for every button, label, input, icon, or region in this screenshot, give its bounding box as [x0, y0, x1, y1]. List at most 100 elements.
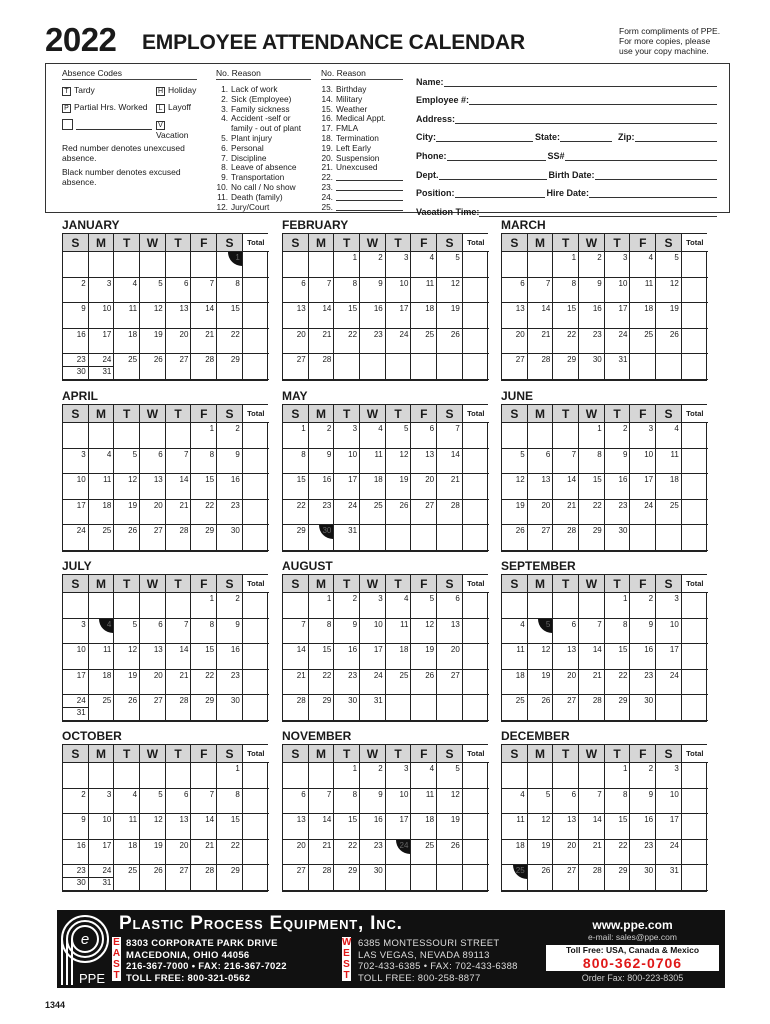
day-cell[interactable]: 14 — [308, 303, 335, 329]
day-cell[interactable] — [579, 763, 605, 789]
day-cell[interactable]: 14 — [165, 644, 192, 670]
day-cell[interactable]: 16 — [630, 814, 657, 840]
day-cell[interactable] — [385, 525, 412, 551]
day-cell[interactable]: 24 — [630, 499, 657, 526]
day-cell[interactable]: 29 — [191, 525, 218, 551]
day-cell[interactable]: 2 — [63, 277, 89, 304]
day-cell[interactable] — [140, 593, 166, 619]
day-cell[interactable]: 28 — [553, 525, 580, 551]
day-cell[interactable]: 24 31 — [88, 865, 115, 891]
day-cell[interactable]: 11 — [88, 474, 115, 500]
address-input[interactable] — [455, 114, 717, 124]
day-cell[interactable]: 21 — [527, 328, 554, 355]
day-cell[interactable]: 5 — [140, 788, 166, 815]
day-cell[interactable]: 22 — [604, 839, 631, 866]
address-field[interactable]: Address: — [416, 105, 719, 124]
day-cell[interactable] — [502, 593, 528, 619]
day-cell[interactable]: 19 — [502, 499, 528, 526]
day-cell[interactable]: 3 — [656, 763, 682, 789]
day-cell[interactable]: 29 — [604, 865, 631, 891]
day-cell[interactable]: 10 — [630, 448, 657, 475]
day-cell[interactable]: 25 — [630, 328, 657, 355]
day-cell[interactable]: 14 — [579, 814, 605, 840]
birth-date-input[interactable] — [594, 170, 717, 180]
day-cell[interactable] — [114, 593, 141, 619]
day-cell[interactable]: 27 — [411, 499, 438, 526]
day-cell[interactable]: 22 — [217, 328, 243, 355]
day-cell[interactable]: 20 — [165, 328, 192, 355]
day-cell[interactable]: 20 — [283, 328, 309, 355]
day-cell[interactable]: 20 — [553, 669, 580, 696]
day-cell[interactable] — [165, 252, 192, 278]
day-cell[interactable] — [385, 865, 412, 891]
employee-number-input[interactable] — [469, 95, 717, 106]
day-cell[interactable]: 22 — [604, 669, 631, 696]
day-cell[interactable]: 5 — [114, 618, 141, 645]
day-cell[interactable]: 25 — [385, 669, 412, 696]
day-cell[interactable] — [63, 763, 89, 789]
day-cell[interactable]: 25 — [656, 499, 682, 526]
day-cell[interactable]: 6 — [553, 618, 580, 645]
day-cell[interactable]: 13 — [502, 303, 528, 329]
day-cell[interactable]: 28 — [527, 354, 554, 380]
day-cell[interactable]: 25 — [88, 525, 115, 551]
week-total-cell[interactable] — [462, 695, 489, 721]
day-cell[interactable]: 15 — [217, 814, 243, 840]
day-cell[interactable]: 28 — [579, 865, 605, 891]
week-total-cell[interactable] — [462, 354, 489, 380]
day-cell[interactable]: 22 — [283, 499, 309, 526]
day-cell[interactable]: 6 — [437, 593, 463, 619]
week-total-cell[interactable] — [242, 789, 269, 815]
day-cell[interactable]: 9 — [360, 788, 386, 815]
day-cell[interactable]: 17 — [656, 814, 682, 840]
day-cell[interactable]: 27 — [527, 525, 554, 551]
day-cell[interactable]: 5 — [385, 423, 412, 449]
day-cell[interactable]: 19 — [527, 839, 554, 866]
week-total-cell[interactable] — [242, 252, 269, 278]
day-cell[interactable]: 5 — [140, 277, 166, 304]
day-cell[interactable]: 6 — [553, 788, 580, 815]
day-cell[interactable]: 20 — [553, 839, 580, 866]
day-cell[interactable]: 14 — [165, 474, 192, 500]
reason-blank-line[interactable] — [336, 193, 403, 201]
day-cell[interactable]: 22 — [217, 839, 243, 866]
day-cell[interactable]: 12 — [437, 788, 463, 815]
day-cell[interactable] — [656, 354, 682, 380]
day-cell[interactable]: 16 — [360, 814, 386, 840]
day-cell[interactable]: 13 — [140, 644, 166, 670]
week-total-cell[interactable] — [462, 500, 489, 526]
day-cell[interactable]: 11 — [385, 618, 412, 645]
day-cell[interactable]: 7 — [437, 423, 463, 449]
week-total-cell[interactable] — [462, 329, 489, 355]
holiday-day-cell[interactable]: 5 — [527, 618, 554, 645]
day-cell[interactable]: 3 — [360, 593, 386, 619]
week-total-cell[interactable] — [462, 763, 489, 789]
day-cell[interactable]: 19 — [437, 303, 463, 329]
day-cell[interactable]: 8 — [334, 788, 361, 815]
day-cell[interactable]: 2 — [217, 593, 243, 619]
day-cell[interactable]: 5 — [437, 763, 463, 789]
day-cell[interactable]: 18 — [88, 669, 115, 696]
day-cell[interactable] — [283, 252, 309, 278]
week-total-cell[interactable] — [681, 695, 708, 721]
week-total-cell[interactable] — [681, 252, 708, 278]
ss-input[interactable] — [564, 151, 717, 161]
day-cell[interactable]: 14 — [308, 814, 335, 840]
day-cell[interactable]: 10 — [63, 644, 89, 670]
day-cell[interactable]: 9 — [579, 277, 605, 304]
day-cell[interactable]: 27 — [140, 695, 166, 721]
week-total-cell[interactable] — [462, 840, 489, 866]
reason-blank-line[interactable] — [336, 183, 403, 191]
day-cell[interactable]: 19 — [437, 814, 463, 840]
day-cell[interactable]: 26 — [114, 525, 141, 551]
day-cell[interactable]: 11 — [88, 644, 115, 670]
day-cell[interactable]: 13 — [553, 814, 580, 840]
week-total-cell[interactable] — [462, 303, 489, 329]
day-cell[interactable] — [88, 423, 115, 449]
day-cell[interactable]: 2 — [217, 423, 243, 449]
day-cell[interactable]: 8 — [604, 788, 631, 815]
week-total-cell[interactable] — [462, 525, 489, 551]
day-cell[interactable]: 30 — [630, 865, 657, 891]
day-cell[interactable]: 4 — [360, 423, 386, 449]
day-cell[interactable] — [88, 763, 115, 789]
